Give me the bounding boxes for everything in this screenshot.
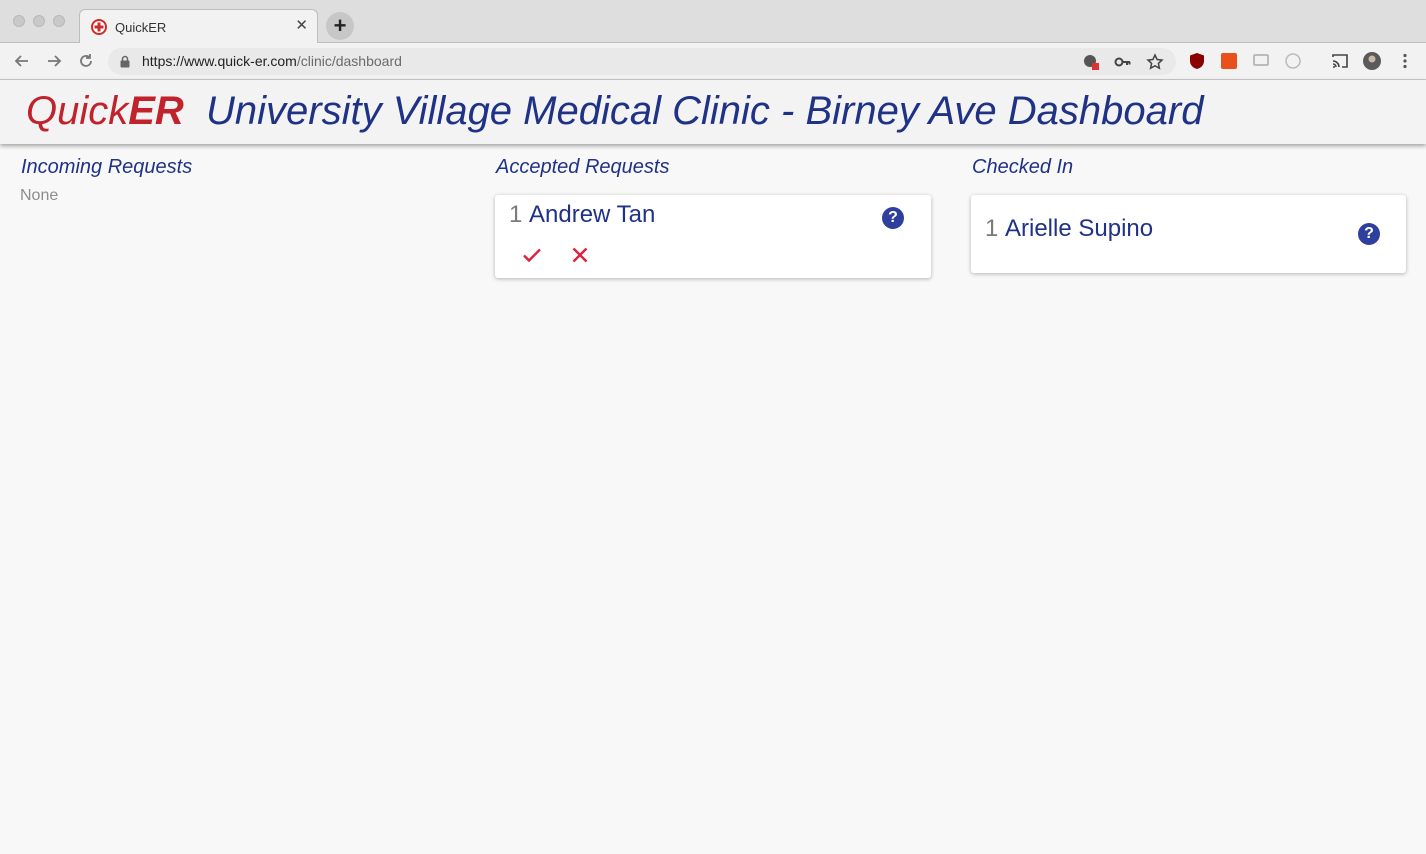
back-arrow-icon[interactable] — [13, 52, 31, 70]
checked-in-card: 1 Arielle Supino ? — [971, 195, 1406, 273]
kebab-menu-icon[interactable] — [1396, 52, 1414, 70]
queue-number: 1 — [985, 215, 999, 242]
accept-check-icon[interactable] — [520, 243, 544, 267]
page-title: University Village Medical Clinic - Birn… — [206, 89, 1204, 133]
url-text[interactable]: https://www.quick-er.com/clinic/dashboar… — [142, 53, 402, 69]
patient-name: Arielle Supino — [1005, 215, 1154, 242]
url-path: /clinic/dashboard — [296, 53, 402, 69]
red-cross-favicon-icon — [91, 19, 107, 35]
star-bookmark-icon[interactable] — [1146, 53, 1164, 71]
quicker-logo[interactable]: QuickER — [26, 89, 184, 134]
browser-toolbar: https://www.quick-er.com/clinic/dashboar… — [0, 43, 1426, 80]
window-close-button[interactable] — [13, 15, 25, 27]
reload-icon[interactable] — [77, 52, 95, 70]
tab-title: QuickER — [115, 20, 167, 35]
help-icon[interactable]: ? — [882, 207, 904, 229]
translate-blocked-icon[interactable] — [1082, 53, 1100, 71]
forward-arrow-icon[interactable] — [45, 52, 63, 70]
window-minimize-button[interactable] — [33, 15, 45, 27]
circle-extension-icon[interactable] — [1284, 52, 1302, 70]
browser-titlebar: QuickER ✕ + — [0, 0, 1426, 44]
address-bar[interactable]: https://www.quick-er.com/clinic/dashboar… — [108, 48, 1176, 75]
incoming-empty-text: None — [20, 187, 59, 204]
key-icon[interactable] — [1114, 53, 1132, 71]
queue-number: 1 — [509, 201, 523, 228]
incoming-requests-heading: Incoming Requests — [21, 156, 193, 178]
new-tab-button[interactable]: + — [326, 12, 354, 40]
app-header: QuickER University Village Medical Clini… — [0, 80, 1426, 144]
tab-close-icon[interactable]: ✕ — [295, 18, 308, 34]
cast-icon[interactable] — [1331, 52, 1349, 70]
checked-in-heading: Checked In — [972, 156, 1074, 178]
url-host: https://www.quick-er.com — [142, 53, 297, 69]
lock-icon — [120, 55, 130, 68]
browser-tab-quicker[interactable]: QuickER ✕ — [79, 9, 318, 44]
gray-extension-icon[interactable] — [1252, 52, 1270, 70]
window-zoom-button[interactable] — [53, 15, 65, 27]
patient-name: Andrew Tan — [529, 201, 656, 228]
brand-light: Quick — [26, 89, 129, 133]
help-icon[interactable]: ? — [1358, 223, 1380, 245]
reject-x-icon[interactable] — [568, 243, 592, 267]
ublock-extension-icon[interactable] — [1188, 52, 1206, 70]
orange-extension-icon[interactable] — [1220, 52, 1238, 70]
accepted-request-card: 1 Andrew Tan ? — [495, 195, 931, 278]
accepted-requests-heading: Accepted Requests — [496, 156, 670, 178]
brand-bold: ER — [128, 89, 184, 133]
profile-avatar-icon[interactable] — [1363, 52, 1381, 70]
